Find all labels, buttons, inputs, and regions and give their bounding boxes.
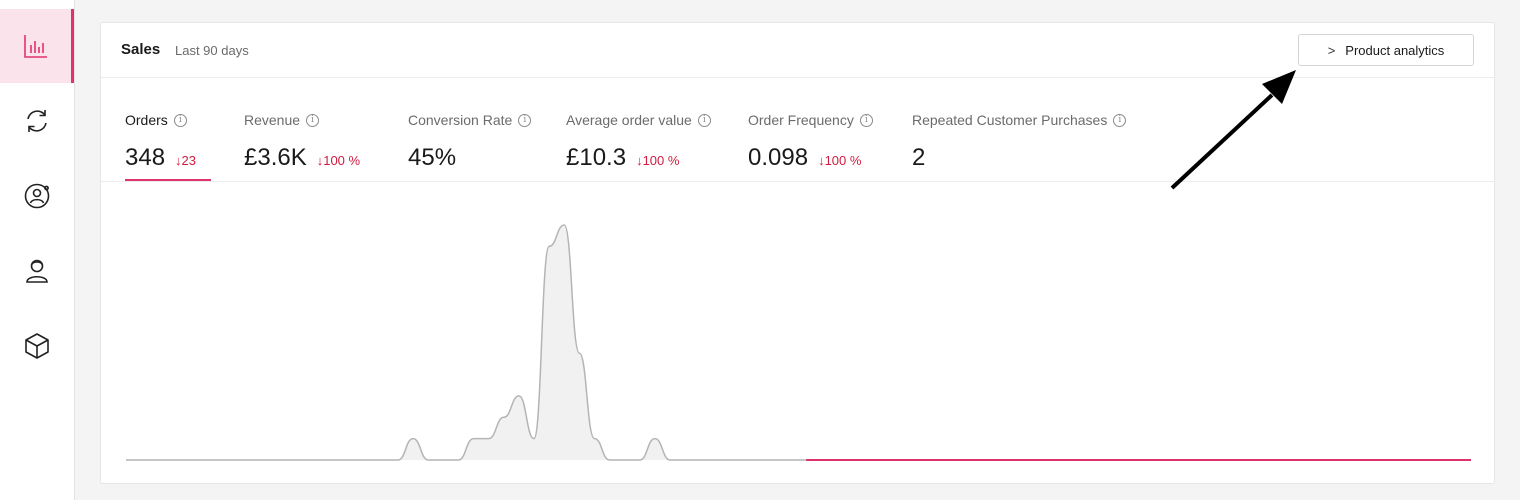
card-title: Sales — [121, 41, 161, 58]
card-header: Sales Last 90 days > Product analytics — [101, 23, 1494, 78]
metric-change: ↓100 % — [316, 153, 361, 168]
refresh-icon — [27, 110, 47, 132]
metric-label: Order Frequency — [748, 112, 854, 128]
product-analytics-label: Product analytics — [1345, 42, 1445, 58]
user-icon — [26, 259, 48, 283]
sidebar — [0, 0, 75, 500]
box-icon — [25, 333, 49, 359]
card-subtitle: Last 90 days — [175, 43, 249, 58]
sidebar-item-customers[interactable] — [0, 159, 74, 233]
orders-chart-svg — [126, 224, 1471, 461]
metric-value: £10.3 — [566, 144, 627, 171]
customer-circle-icon — [24, 183, 50, 209]
metric-label: Average order value — [566, 112, 692, 128]
active-metric-indicator — [125, 179, 211, 181]
metric-value: 2 — [912, 144, 926, 171]
metric-value: £3.6K — [244, 144, 307, 171]
metric-value: 348 — [125, 144, 166, 171]
metric-value: 0.098 — [748, 144, 809, 171]
sidebar-item-analytics[interactable] — [0, 9, 74, 83]
metric-change: ↓100 % — [818, 153, 862, 168]
info-icon[interactable]: i — [1113, 113, 1127, 127]
sidebar-item-subscriptions[interactable] — [0, 84, 74, 158]
info-icon[interactable]: i — [518, 113, 532, 127]
metric-label: Orders — [125, 112, 168, 128]
info-icon[interactable]: i — [859, 113, 873, 127]
chevron-right-icon: > — [1327, 42, 1336, 58]
previous-period-area — [126, 225, 807, 460]
info-icon[interactable]: i — [173, 113, 187, 127]
previous-period-line — [126, 224, 807, 461]
bar-chart-icon — [23, 35, 47, 58]
metric-value: 45% — [408, 144, 457, 171]
metric-label: Conversion Rate — [408, 112, 513, 128]
info-icon[interactable]: i — [306, 113, 320, 127]
product-analytics-button[interactable]: > Product analytics — [1298, 34, 1474, 66]
info-icon[interactable]: i — [697, 113, 711, 127]
sales-card: Sales Last 90 days > Product analytics O… — [100, 22, 1495, 484]
sidebar-item-users[interactable] — [0, 234, 74, 308]
metric-label: Repeated Customer Purchases — [912, 112, 1108, 128]
metric-label: Revenue — [244, 112, 301, 128]
metrics-row: Orders i 348 ↓23 Revenue i £3.6K ↓100 % … — [101, 78, 1494, 182]
sidebar-item-products[interactable] — [0, 309, 74, 383]
metric-change: ↓23 — [175, 153, 197, 168]
metric-change: ↓100 % — [636, 153, 680, 168]
orders-chart — [101, 183, 1496, 483]
